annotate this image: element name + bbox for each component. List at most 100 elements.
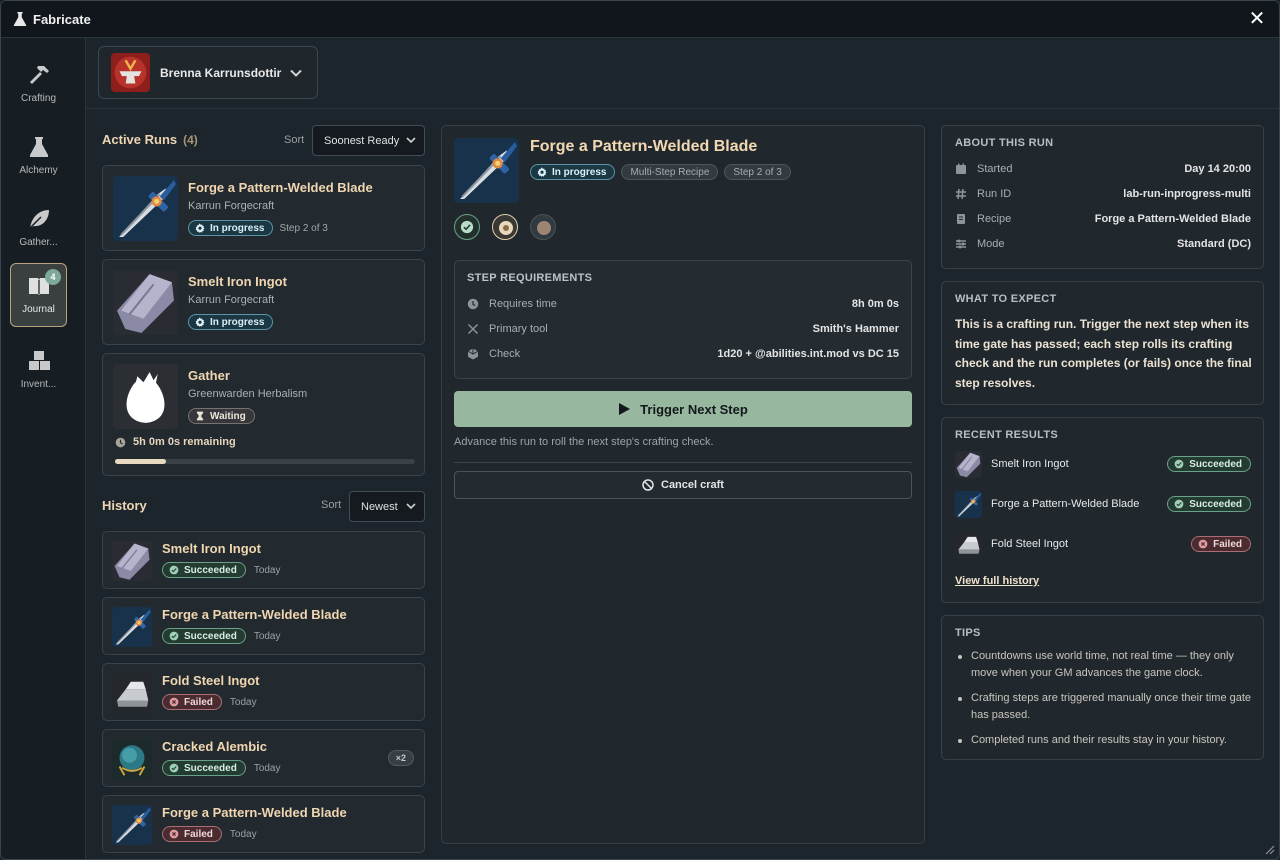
section-title: Active Runs — [102, 132, 178, 147]
sidebar-item-label: Journal — [22, 304, 55, 315]
gear-icon — [537, 167, 547, 177]
recent-results-panel: RECENT RESULTS Smelt Iron Ingot Succeede… — [941, 417, 1264, 603]
step-indicator: Step 2 of 3 — [279, 222, 328, 234]
character-selector[interactable]: Brenna Karrunsdottir — [98, 46, 318, 99]
sidebar-item-journal[interactable]: 4 Journal — [10, 263, 67, 327]
check-icon — [169, 565, 179, 575]
app-title: Fabricate — [33, 11, 91, 27]
panel-title: RECENT RESULTS — [955, 429, 1059, 441]
cancel-craft-button[interactable]: Cancel craft — [454, 471, 912, 499]
sword-icon — [112, 607, 152, 647]
history-title: Fold Steel Ingot — [162, 673, 260, 688]
boxes-icon — [28, 351, 50, 370]
journal-count-badge: 4 — [45, 269, 61, 285]
what-to-expect-panel: WHAT TO EXPECT This is a crafting run. T… — [941, 281, 1264, 405]
x-circle-icon — [169, 829, 179, 839]
flask-logo-icon — [13, 12, 27, 26]
history-item[interactable]: Cracked Alembic Succeeded Today ×2 — [102, 729, 425, 787]
sidebar-item-label: Invent... — [20, 379, 57, 390]
requirement-row: Check 1d20 + @abilities.int.mod vs DC 15 — [467, 345, 899, 363]
sidebar-item-inventory[interactable]: Invent... — [10, 339, 67, 403]
time-remaining: 5h 0m 0s remaining — [115, 436, 236, 448]
active-run-card[interactable]: Gather Greenwarden Herbalism Waiting 5h … — [102, 353, 425, 476]
gear-icon — [195, 317, 205, 327]
requirement-row: Primary tool Smith's Hammer — [467, 320, 899, 338]
history-date: Today — [253, 630, 281, 642]
history-item[interactable]: Forge a Pattern-Welded Blade Failed Today — [102, 795, 425, 853]
sword-icon — [113, 176, 178, 241]
requirements-title: STEP REQUIREMENTS — [467, 272, 593, 284]
progress-bar — [115, 459, 415, 464]
history-date: Today — [229, 828, 257, 840]
history-date: Today — [229, 696, 257, 708]
status-badge: In progress — [188, 220, 274, 236]
about-row: Run ID lab-run-inprogress-multi — [955, 185, 1251, 203]
play-icon — [619, 403, 631, 415]
panel-title: TIPS — [955, 627, 981, 639]
panel-title: ABOUT THIS RUN — [955, 137, 1054, 149]
top-bar: Brenna Karrunsdottir — [86, 38, 1279, 109]
status-badge: Waiting — [188, 408, 255, 424]
history-item[interactable]: Fold Steel Ingot Failed Today — [102, 663, 425, 721]
sword-icon — [454, 138, 519, 203]
resize-handle-icon[interactable] — [1265, 845, 1275, 855]
status-badge: Succeeded — [1167, 496, 1251, 512]
history-date: Today — [253, 564, 281, 576]
expect-text: This is a crafting run. Trigger the next… — [955, 317, 1252, 390]
status-badge: Succeeded — [162, 760, 246, 776]
status-badge: In progress — [188, 314, 274, 330]
chevron-down-icon — [406, 137, 416, 144]
sword-icon — [112, 805, 152, 845]
check-icon — [460, 220, 474, 234]
tip-item: Completed runs and their results stay in… — [955, 732, 1255, 749]
active-run-card[interactable]: Smelt Iron Ingot Karrun Forgecraft In pr… — [102, 259, 425, 345]
run-subtitle: Karrun Forgecraft — [188, 200, 275, 212]
sidebar-item-gather[interactable]: Gather... — [10, 197, 67, 261]
trigger-next-step-button[interactable]: Trigger Next Step — [454, 391, 912, 427]
silver-ingot-icon — [112, 673, 152, 713]
history-item[interactable]: Forge a Pattern-Welded Blade Succeeded To… — [102, 597, 425, 655]
ingot-icon — [113, 270, 178, 335]
tips-list: Countdowns use world time, not real time… — [955, 648, 1255, 757]
check-icon — [1174, 459, 1184, 469]
chevron-down-icon — [290, 69, 302, 77]
sort-label: Sort — [284, 134, 305, 146]
panel-title: WHAT TO EXPECT — [955, 293, 1057, 305]
tip-item: Countdowns use world time, not real time… — [955, 648, 1255, 682]
alembic-icon — [112, 739, 152, 779]
run-detail-panel: Forge a Pattern-Welded Blade In progress… — [441, 125, 925, 844]
history-title: Smelt Iron Ingot — [162, 541, 261, 556]
gear-icon — [195, 223, 205, 233]
status-badge: Succeeded — [162, 628, 246, 644]
view-full-history-link[interactable]: View full history — [955, 575, 1039, 587]
sidebar-item-alchemy[interactable]: Alchemy — [10, 125, 67, 189]
requirement-row: Requires time 8h 0m 0s — [467, 295, 899, 313]
active-run-card[interactable]: Forge a Pattern-Welded Blade Karrun Forg… — [102, 165, 425, 251]
step-3-indicator — [530, 214, 556, 240]
clock-icon — [115, 437, 126, 448]
sidebar-item-label: Gather... — [19, 237, 58, 248]
recent-result-row: Fold Steel Ingot Failed — [955, 530, 1251, 558]
history-item[interactable]: Smelt Iron Ingot Succeeded Today — [102, 531, 425, 589]
recent-result-row: Forge a Pattern-Welded Blade Succeeded — [955, 490, 1251, 518]
ban-icon — [642, 479, 654, 491]
status-badge: Succeeded — [162, 562, 246, 578]
sidebar-item-crafting[interactable]: Crafting — [10, 53, 67, 117]
check-icon — [169, 763, 179, 773]
recipe-type-tag: Multi-Step Recipe — [621, 164, 719, 180]
trigger-hint: Advance this run to roll the next step's… — [454, 436, 714, 448]
sack-icon — [113, 364, 178, 429]
sliders-icon — [956, 239, 966, 249]
dice-icon — [467, 348, 479, 360]
fabricate-window: Fabricate ✕ Crafting Alchemy Gather... 4… — [0, 0, 1280, 860]
clock-icon — [467, 298, 479, 310]
status-badge: Failed — [162, 826, 222, 842]
about-run-panel: ABOUT THIS RUN Started Day 14 20:00 Run I… — [941, 125, 1264, 269]
history-sort-select[interactable]: Newest — [349, 491, 425, 522]
about-row: Started Day 14 20:00 — [955, 160, 1251, 178]
close-icon[interactable]: ✕ — [1247, 9, 1267, 29]
hammer-icon — [29, 66, 49, 84]
tip-item: Crafting steps are triggered manually on… — [955, 690, 1255, 724]
active-runs-sort-select[interactable]: Soonest Ready — [312, 125, 425, 156]
run-subtitle: Greenwarden Herbalism — [188, 388, 308, 400]
